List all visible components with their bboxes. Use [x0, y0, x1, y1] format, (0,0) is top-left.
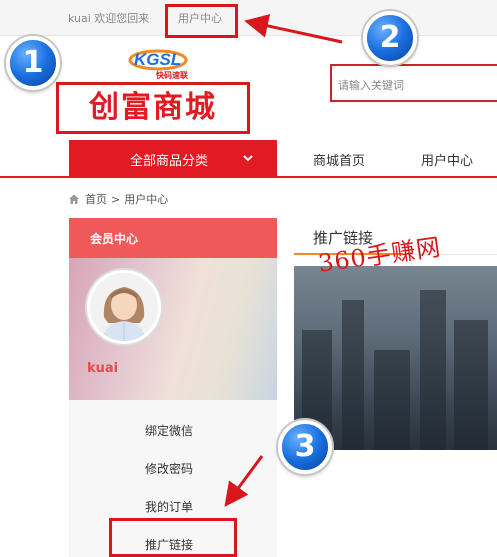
breadcrumb: 首页 > 用户中心 — [68, 191, 168, 207]
member-center-header: 会员中心 — [69, 218, 277, 258]
sidebar-item-change-password[interactable]: 修改密码 — [145, 460, 193, 477]
welcome-text: kuai 欢迎您回来 — [68, 12, 150, 25]
brand-name[interactable]: 创富商城 — [59, 85, 247, 131]
highlight-box-user-center — [165, 4, 238, 38]
nav-home[interactable]: 商城首页 — [313, 150, 365, 169]
annotation-badge-3: 3 — [278, 420, 332, 474]
city-building — [454, 320, 488, 450]
logo[interactable]: KGSL 快码速联 — [128, 44, 228, 84]
all-categories-label: 全部商品分类 — [130, 154, 209, 169]
breadcrumb-separator: > — [111, 192, 121, 206]
city-building — [374, 350, 410, 450]
annotation-badge-1: 1 — [6, 36, 60, 90]
sidebar-item-bind-wechat[interactable]: 绑定微信 — [145, 422, 193, 439]
avatar[interactable] — [87, 270, 161, 344]
top-bar: kuai 欢迎您回来 用户中心 — [0, 0, 497, 36]
logo-subtext: 快码速联 — [156, 70, 188, 80]
chevron-down-icon — [243, 155, 253, 162]
breadcrumb-home[interactable]: 首页 — [85, 191, 107, 207]
nav-user-center[interactable]: 用户中心 — [421, 150, 473, 169]
logo-text: KGSL — [134, 50, 181, 69]
brand-highlight-box: 创富商城 — [56, 82, 250, 134]
search-placeholder: 请输入关键词 — [338, 79, 404, 92]
city-building — [342, 300, 364, 450]
home-icon — [69, 194, 79, 204]
annotation-badge-2: 2 — [363, 11, 417, 65]
promo-image — [294, 266, 497, 450]
city-building — [420, 290, 446, 450]
breadcrumb-current: 用户中心 — [124, 193, 169, 206]
profile-card: kuai — [69, 258, 277, 400]
sidebar-item-my-orders[interactable]: 我的订单 — [145, 498, 193, 515]
search-input[interactable]: 请输入关键词 — [330, 64, 497, 102]
username: kuai — [87, 361, 119, 376]
highlight-box-promo-link — [109, 518, 237, 557]
all-categories-button[interactable]: 全部商品分类 — [69, 140, 277, 177]
member-center-title: 会员中心 — [90, 232, 139, 246]
